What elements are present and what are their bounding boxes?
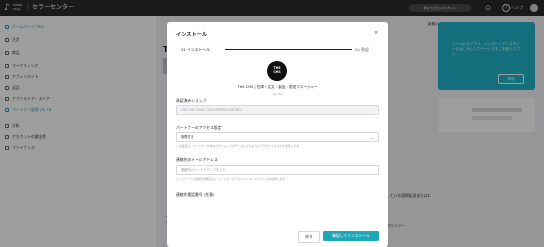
app-logo: THE CHS — [267, 61, 287, 81]
email-field[interactable]: 連絡先のメールアドレスを入力 — [176, 165, 379, 175]
access-select[interactable]: 制限付き ⌄ — [176, 132, 379, 142]
cancel-button[interactable]: 戻す — [298, 231, 320, 243]
access-label: パートナーのアクセス設定 — [176, 125, 222, 130]
phone-label: 連絡先電話番号 (任意) — [176, 192, 215, 197]
app-name: THE CHS | 在庫・注文・製品・配送マネージャー — [237, 85, 318, 89]
app-developer: by chs — [272, 92, 283, 96]
access-value: 制限付き — [181, 135, 194, 139]
dialog-title: インストール — [176, 32, 208, 38]
chevron-down-icon: ⌄ — [370, 135, 374, 140]
step-approve: 02 承認 — [355, 47, 369, 52]
access-help: この設定は、パートナーがあなたのショップのデータにどのようにアクセスできるかを決… — [176, 144, 302, 148]
step-install: 01 インストール — [181, 47, 210, 52]
confirm-install-button[interactable]: 確認してインストール — [323, 231, 379, 241]
email-help: パートナーへの連絡や通知には、パートナーのアカウントメールアドレスを使用します。 — [176, 177, 288, 181]
email-placeholder: 連絡先のメールアドレスを入力 — [181, 168, 226, 172]
store-label: 承認済みショップ — [176, 98, 207, 103]
app-logo-line2: CHS — [273, 70, 281, 74]
email-label: 連絡先のメールアドレス — [176, 157, 218, 162]
store-field: THE CHS SHOP (TKSHOPPINGLIMITED) — [176, 105, 379, 115]
step-progress-line — [225, 49, 352, 50]
store-value: THE CHS SHOP (TKSHOPPINGLIMITED) — [181, 108, 242, 112]
install-dialog: インストール × 01 インストール 02 承認 THE CHS THE CHS… — [167, 22, 388, 247]
close-icon[interactable]: × — [374, 30, 378, 36]
